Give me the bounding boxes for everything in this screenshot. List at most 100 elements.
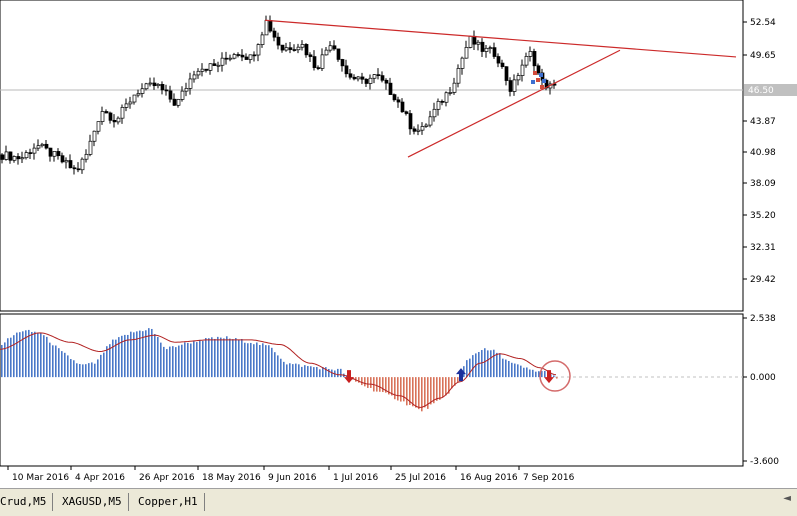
candle-body bbox=[508, 80, 513, 92]
histogram-bar bbox=[175, 347, 177, 378]
price-panel bbox=[0, 0, 744, 312]
histogram-bar bbox=[79, 364, 81, 378]
candle-body bbox=[52, 151, 57, 157]
candle-body bbox=[264, 20, 269, 36]
histogram-bar bbox=[280, 358, 282, 378]
candle-body bbox=[100, 111, 105, 122]
candle-body bbox=[12, 156, 17, 161]
candle-body bbox=[84, 153, 89, 160]
histogram-bar bbox=[442, 377, 444, 398]
histogram-bar bbox=[94, 363, 96, 378]
histogram-bar bbox=[421, 377, 423, 412]
candle-body bbox=[396, 99, 401, 103]
candle-body bbox=[372, 74, 377, 79]
candle-body bbox=[492, 47, 497, 57]
histogram-bar bbox=[505, 359, 507, 378]
candle-body bbox=[392, 94, 397, 101]
date-tick: 16 Aug 2016 bbox=[460, 473, 518, 483]
candle-body bbox=[436, 100, 441, 110]
histogram-bar bbox=[49, 342, 51, 378]
histogram-bar bbox=[247, 343, 249, 378]
histogram-bar bbox=[58, 348, 60, 378]
price-axis: 52.54 49.65 43.87 40.98 38.09 35.20 32.3… bbox=[743, 18, 776, 285]
histogram-bar bbox=[7, 338, 9, 378]
candle-body bbox=[356, 76, 361, 80]
candle-body bbox=[428, 116, 433, 126]
histogram-bar bbox=[100, 354, 102, 378]
histogram-bar bbox=[496, 352, 498, 378]
histogram-bar bbox=[73, 360, 75, 378]
candle-body bbox=[424, 124, 429, 127]
candle-body bbox=[76, 168, 81, 171]
candle-body bbox=[8, 151, 13, 161]
histogram-bar bbox=[52, 345, 54, 378]
candle-body bbox=[488, 47, 493, 49]
histogram-bar bbox=[397, 377, 399, 401]
histogram-bar bbox=[415, 377, 417, 408]
histogram-bar bbox=[28, 329, 30, 378]
histogram-bar bbox=[106, 346, 108, 378]
histogram-bar bbox=[139, 330, 141, 378]
candle-body bbox=[344, 65, 349, 75]
histogram-bar bbox=[481, 350, 483, 378]
candle-body bbox=[156, 84, 161, 87]
histogram-bar bbox=[268, 345, 270, 378]
histogram-bar bbox=[145, 330, 147, 378]
histogram-bar bbox=[217, 336, 219, 378]
candle-body bbox=[476, 41, 481, 45]
histogram-bar bbox=[445, 377, 447, 396]
histogram-bar bbox=[16, 332, 18, 378]
histogram-bar bbox=[394, 377, 396, 400]
histogram-bar bbox=[391, 377, 393, 396]
candle-body bbox=[20, 157, 25, 160]
candle-body bbox=[232, 54, 237, 59]
candle-body bbox=[336, 48, 341, 60]
histogram-bar bbox=[208, 338, 210, 378]
tab-scroll-icon[interactable]: ◄ bbox=[783, 493, 791, 504]
histogram-bar bbox=[424, 377, 426, 408]
histogram-bar bbox=[154, 334, 156, 378]
candle-body bbox=[176, 99, 181, 106]
candle-body bbox=[152, 82, 157, 87]
histogram-bar bbox=[367, 377, 369, 388]
candle-body bbox=[16, 156, 21, 160]
histogram-bar bbox=[169, 346, 171, 378]
histogram-bar bbox=[298, 364, 300, 378]
indicator-axis: 2.538 0.000 -3.600 bbox=[743, 314, 779, 467]
date-tick: 25 Jul 2016 bbox=[395, 473, 446, 483]
histogram-bar bbox=[493, 349, 495, 378]
tab-crud-m5[interactable]: Crud,M5 bbox=[0, 493, 54, 511]
histogram-bar bbox=[274, 352, 276, 378]
histogram-bar bbox=[64, 352, 66, 378]
histogram-bar bbox=[523, 367, 525, 378]
histogram-bar bbox=[361, 377, 363, 386]
histogram-bar bbox=[379, 377, 381, 392]
histogram-bar bbox=[256, 342, 258, 378]
histogram-bar bbox=[241, 338, 243, 378]
histogram-bar bbox=[277, 355, 279, 378]
histogram-bar bbox=[439, 377, 441, 400]
candle-body bbox=[28, 152, 33, 154]
candle-body bbox=[324, 49, 329, 56]
candle-body bbox=[352, 76, 357, 80]
candle-body bbox=[220, 57, 225, 66]
histogram-bar bbox=[484, 348, 486, 378]
histogram-bar bbox=[193, 340, 195, 378]
candle-body bbox=[96, 121, 101, 132]
candle-body bbox=[456, 68, 461, 84]
histogram-bar bbox=[364, 377, 366, 387]
candle-body bbox=[144, 83, 149, 90]
histogram-bar bbox=[517, 364, 519, 378]
histogram-bar bbox=[535, 371, 537, 378]
tab-copper-h1[interactable]: Copper,H1 bbox=[132, 493, 205, 511]
candle-body bbox=[172, 98, 177, 106]
histogram-bar bbox=[172, 346, 174, 378]
tab-xagusd-m5[interactable]: XAGUSD,M5 bbox=[56, 493, 129, 511]
histogram-bar bbox=[112, 339, 114, 378]
date-tick: 18 May 2016 bbox=[202, 473, 261, 483]
histogram-bar bbox=[376, 377, 378, 392]
indicator-tick: -3.600 bbox=[750, 457, 779, 467]
candle-body bbox=[448, 92, 453, 94]
candle-body bbox=[68, 160, 73, 169]
histogram-bar bbox=[61, 351, 63, 378]
